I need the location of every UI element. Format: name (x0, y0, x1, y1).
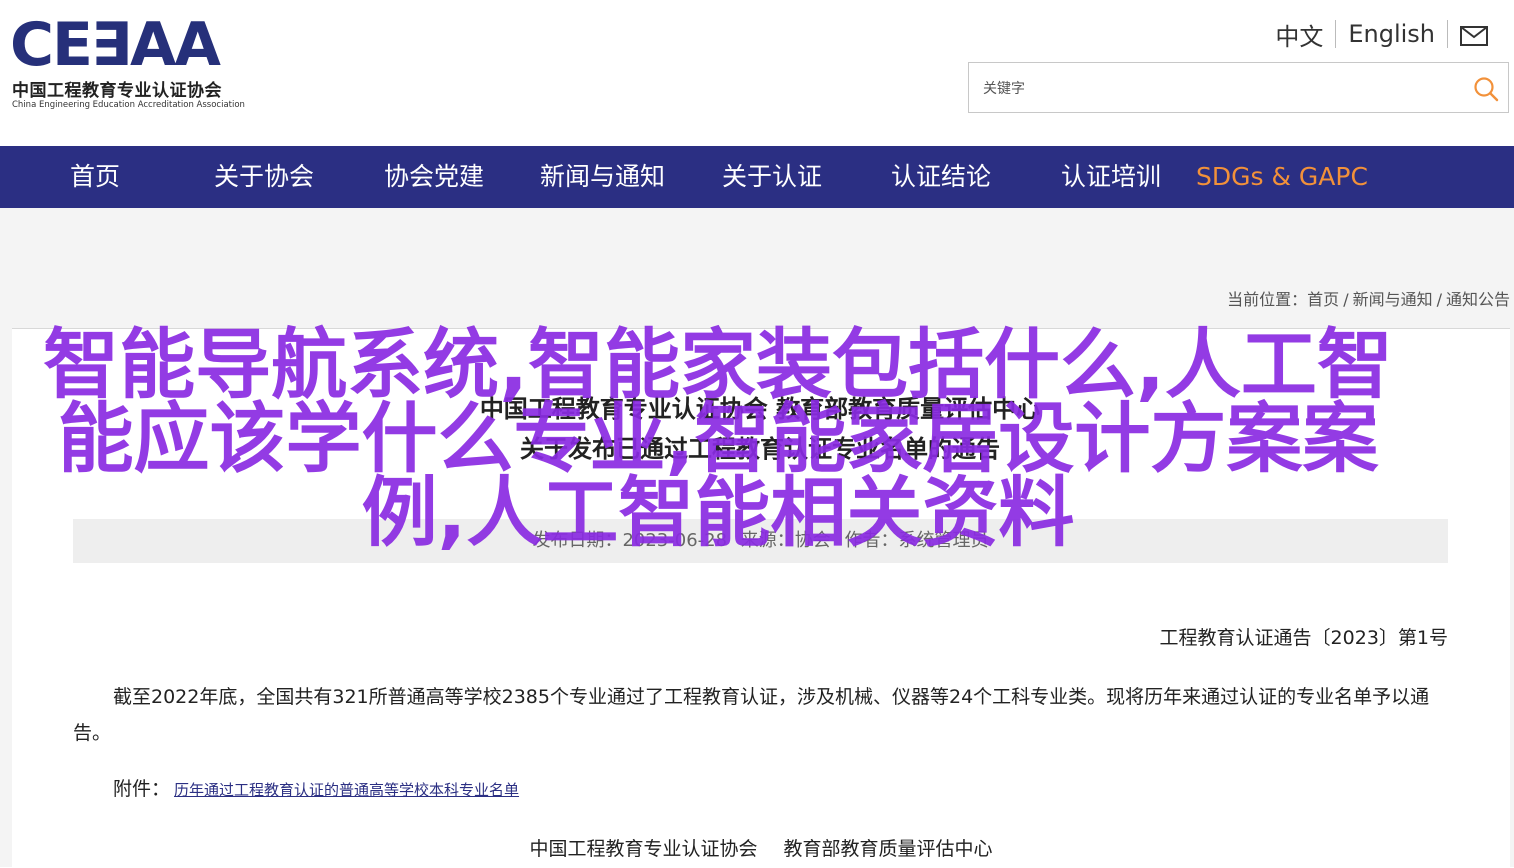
header: CE∃AA 中国工程教育专业认证协会 China Engineering Edu… (0, 0, 1514, 146)
nav-item-accreditation[interactable]: 关于认证 (722, 146, 822, 208)
logo-mark: CE∃AA (10, 10, 221, 80)
lang-divider (1447, 20, 1448, 48)
signature-association: 中国工程教育专业认证协会 (529, 838, 758, 860)
attachment: 附件： 历年通过工程教育认证的普通高等学校本科专业名单 (113, 774, 519, 801)
search-input[interactable] (981, 75, 1465, 103)
nav-item-home[interactable]: 首页 (70, 146, 120, 208)
search-icon[interactable] (1472, 75, 1500, 103)
logo-name-cn: 中国工程教育专业认证协会 (12, 81, 222, 101)
signature-center: 教育部教育质量评估中心 (783, 838, 993, 860)
breadcrumb-notices[interactable]: 通知公告 (1446, 290, 1510, 309)
breadcrumb-sep: / (1436, 290, 1442, 309)
breadcrumb-prefix: 当前位置： (1227, 290, 1308, 309)
notice-number: 工程教育认证通告〔2023〕第1号 (1159, 627, 1448, 649)
language-switcher: 中文 English (1263, 17, 1488, 52)
nav-item-training[interactable]: 认证培训 (1061, 146, 1161, 208)
lang-cn-link[interactable]: 中文 (1263, 17, 1335, 52)
nav-item-conclusion[interactable]: 认证结论 (891, 146, 991, 208)
nav-item-sdgs[interactable]: SDGs & GAPC (1196, 146, 1368, 208)
nav-item-party[interactable]: 协会党建 (384, 146, 484, 208)
nav-item-news[interactable]: 新闻与通知 (540, 146, 665, 208)
breadcrumb-news[interactable]: 新闻与通知 (1353, 290, 1433, 309)
article-paragraph: 截至2022年底，全国共有321所普通高等学校2385个专业通过了工程教育认证，… (73, 686, 1430, 744)
lang-en-link[interactable]: English (1336, 20, 1447, 48)
breadcrumb-sep: / (1343, 290, 1349, 309)
overlay-watermark-text: 智能导航系统,智能家装包括什么,人工智能应该学什么专业,智能家居设计方案案例,人… (43, 320, 1393, 557)
site-logo[interactable]: CE∃AA 中国工程教育专业认证协会 China Engineering Edu… (10, 14, 270, 114)
attachment-label: 附件： (113, 778, 171, 800)
attachment-link[interactable]: 历年通过工程教育认证的普通高等学校本科专业名单 (174, 781, 519, 799)
logo-name-en: China Engineering Education Accreditatio… (12, 100, 245, 110)
mail-icon[interactable] (1460, 24, 1488, 46)
signatures: 中国工程教育专业认证协会 教育部教育质量评估中心 (12, 834, 1510, 861)
nav-item-about[interactable]: 关于协会 (214, 146, 314, 208)
search-box (968, 62, 1509, 113)
main-nav: 首页 关于协会 协会党建 新闻与通知 关于认证 认证结论 认证培训 SDGs &… (0, 146, 1514, 208)
breadcrumb-home[interactable]: 首页 (1307, 290, 1339, 309)
breadcrumb: 当前位置：首页 / 新闻与通知 / 通知公告 (1227, 286, 1510, 310)
